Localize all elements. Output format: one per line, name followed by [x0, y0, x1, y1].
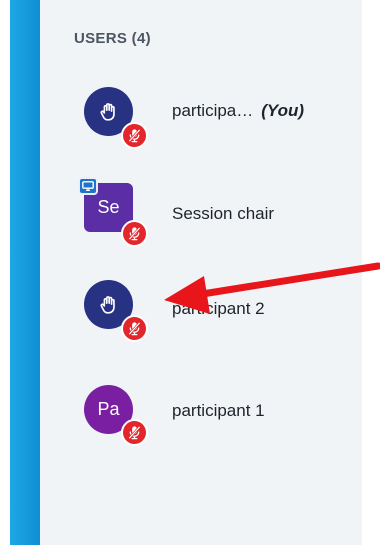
app-side-strip	[10, 0, 40, 545]
user-list-item[interactable]: participa… (You)	[40, 80, 362, 150]
users-panel: USERS (4) participa… (You) Se Session ch…	[40, 0, 362, 545]
muted-mic-icon[interactable]	[121, 419, 148, 446]
muted-mic-icon[interactable]	[121, 315, 148, 342]
user-list-item[interactable]: Se Session chair	[40, 177, 362, 247]
muted-mic-icon[interactable]	[121, 122, 148, 149]
user-list-item[interactable]: Pa participant 1	[40, 385, 362, 455]
user-name: Session chair	[172, 204, 275, 223]
user-list-item[interactable]: participant 2	[40, 274, 362, 344]
user-name: participant 2	[172, 299, 265, 318]
muted-mic-icon[interactable]	[121, 220, 148, 247]
user-name: participa… (You)	[172, 101, 304, 121]
avatar-initials: Pa	[97, 399, 120, 419]
presenter-icon	[78, 177, 98, 195]
avatar-initials: Se	[97, 197, 120, 217]
users-list-header: USERS (4)	[74, 30, 151, 47]
you-label: (You)	[261, 101, 305, 120]
raised-hand-icon	[100, 102, 115, 121]
user-name-text: participa…	[172, 101, 254, 120]
raised-hand-icon	[100, 295, 115, 314]
user-name: participant 1	[172, 401, 265, 420]
